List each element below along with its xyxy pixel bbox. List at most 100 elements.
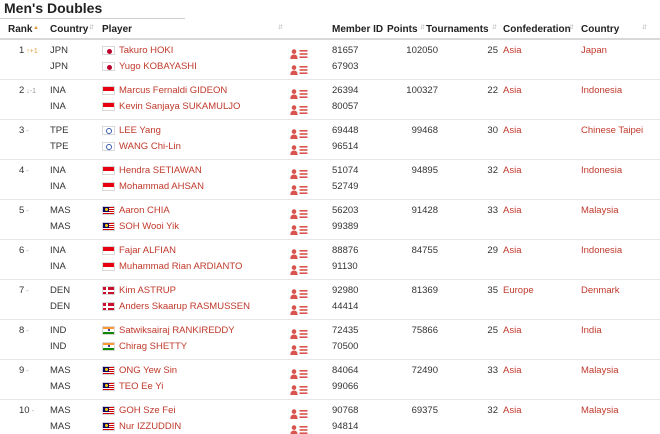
col-header-player[interactable]: Player	[102, 24, 132, 35]
player-profile-icon[interactable]	[290, 166, 308, 179]
col-header-country-name[interactable]: Country	[581, 24, 619, 35]
country-link[interactable]: Indonesia	[581, 165, 622, 177]
player-name-link[interactable]: SOH Wooi Yik	[119, 221, 179, 233]
sort-arrows-icon[interactable]: ⇵	[420, 25, 425, 31]
player-name-link[interactable]: Marcus Fernaldi GIDEON	[119, 85, 227, 97]
tournaments-value[interactable]: 32	[440, 165, 498, 177]
confederation-link[interactable]: Asia	[503, 125, 521, 137]
sort-arrows-icon[interactable]: ⇵	[492, 25, 497, 31]
tournaments-value[interactable]: 25	[440, 325, 498, 337]
points-value[interactable]: 69375	[388, 405, 438, 417]
sort-arrows-icon[interactable]: ⇵	[89, 25, 94, 31]
points-value[interactable]: 75866	[388, 325, 438, 337]
confederation-link[interactable]: Asia	[503, 165, 521, 177]
player-profile-icon[interactable]	[290, 182, 308, 195]
col-header-country[interactable]: Country	[50, 24, 88, 35]
player-profile-icon[interactable]	[290, 46, 308, 59]
player-profile-icon[interactable]	[290, 286, 308, 299]
member-id: 70500	[332, 341, 359, 352]
tournaments-value[interactable]: 35	[440, 285, 498, 297]
col-header-member-id[interactable]: Member ID	[332, 24, 383, 35]
points-value[interactable]: 99468	[388, 125, 438, 137]
confederation-link[interactable]: Asia	[503, 365, 521, 377]
points-value[interactable]: 102050	[388, 45, 438, 57]
player-name-link[interactable]: Kevin Sanjaya SUKAMULJO	[119, 101, 240, 113]
player-name-link[interactable]: Fajar ALFIAN	[119, 245, 176, 257]
tournaments-value[interactable]: 29	[440, 245, 498, 257]
player-name-link[interactable]: Anders Skaarup RASMUSSEN	[119, 301, 250, 313]
country-link[interactable]: Malaysia	[581, 205, 619, 217]
col-header-points[interactable]: Points	[387, 24, 418, 35]
player-profile-icon[interactable]	[290, 86, 308, 99]
country-link[interactable]: Indonesia	[581, 85, 622, 97]
points-value[interactable]: 94895	[388, 165, 438, 177]
player-name-link[interactable]: Muhammad Rian ARDIANTO	[119, 261, 242, 273]
country-link[interactable]: Chinese Taipei	[581, 125, 643, 137]
sort-arrows-icon[interactable]: ⇵	[569, 25, 574, 31]
confederation-link[interactable]: Asia	[503, 405, 521, 417]
sort-active-icon[interactable]: ▲	[33, 25, 39, 31]
player-profile-icon[interactable]	[290, 302, 308, 315]
points-value[interactable]: 81369	[388, 285, 438, 297]
country-link[interactable]: Malaysia	[581, 365, 619, 377]
player-name-link[interactable]: Takuro HOKI	[119, 45, 173, 57]
points-value[interactable]: 72490	[388, 365, 438, 377]
flag-icon	[102, 206, 115, 215]
tournaments-value[interactable]: 32	[440, 405, 498, 417]
rank-value: 10-	[19, 405, 34, 416]
country-link[interactable]: Malaysia	[581, 405, 619, 417]
player-name-link[interactable]: Yugo KOBAYASHI	[119, 61, 197, 73]
country-code: INA	[50, 245, 66, 256]
country-link[interactable]: Japan	[581, 45, 607, 57]
points-value[interactable]: 91428	[388, 205, 438, 217]
tournaments-value[interactable]: 25	[440, 45, 498, 57]
confederation-link[interactable]: Asia	[503, 45, 521, 57]
player-profile-icon[interactable]	[290, 342, 308, 355]
player-profile-icon[interactable]	[290, 366, 308, 379]
player-name-link[interactable]: TEO Ee Yi	[119, 381, 163, 393]
col-header-tournaments[interactable]: Tournaments	[426, 24, 489, 35]
points-value[interactable]: 84755	[388, 245, 438, 257]
player-name-link[interactable]: Mohammad AHSAN	[119, 181, 204, 193]
player-profile-icon[interactable]	[290, 406, 308, 419]
player-profile-icon[interactable]	[290, 326, 308, 339]
player-profile-icon[interactable]	[290, 262, 308, 275]
player-profile-icon[interactable]	[290, 422, 308, 434]
player-name-link[interactable]: WANG Chi-Lin	[119, 141, 181, 153]
player-profile-icon[interactable]	[290, 246, 308, 259]
tournaments-value[interactable]: 33	[440, 365, 498, 377]
player-name-link[interactable]: Kim ASTRUP	[119, 285, 176, 297]
player-profile-icon[interactable]	[290, 126, 308, 139]
sort-arrows-icon[interactable]: ⇵	[278, 25, 283, 31]
confederation-link[interactable]: Europe	[503, 285, 534, 297]
player-profile-icon[interactable]	[290, 222, 308, 235]
confederation-link[interactable]: Asia	[503, 325, 521, 337]
player-name-link[interactable]: Aaron CHIA	[119, 205, 170, 217]
player-name-link[interactable]: ONG Yew Sin	[119, 365, 177, 377]
player-name-link[interactable]: GOH Sze Fei	[119, 405, 176, 417]
player-name-link[interactable]: Chirag SHETTY	[119, 341, 187, 353]
col-header-rank[interactable]: Rank	[8, 24, 32, 35]
confederation-link[interactable]: Asia	[503, 245, 521, 257]
tournaments-value[interactable]: 33	[440, 205, 498, 217]
player-profile-icon[interactable]	[290, 206, 308, 219]
sort-arrows-icon[interactable]: ⇵	[642, 25, 647, 31]
col-header-confederation[interactable]: Confederation	[503, 24, 571, 35]
points-value[interactable]: 100327	[388, 85, 438, 97]
confederation-link[interactable]: Asia	[503, 85, 521, 97]
tournaments-value[interactable]: 30	[440, 125, 498, 137]
country-code: INA	[50, 85, 66, 96]
player-profile-icon[interactable]	[290, 62, 308, 75]
player-profile-icon[interactable]	[290, 382, 308, 395]
player-name-link[interactable]: Hendra SETIAWAN	[119, 165, 202, 177]
player-profile-icon[interactable]	[290, 102, 308, 115]
player-name-link[interactable]: Satwiksairaj RANKIREDDY	[119, 325, 235, 337]
tournaments-value[interactable]: 22	[440, 85, 498, 97]
player-name-link[interactable]: Nur IZZUDDIN	[119, 421, 181, 433]
confederation-link[interactable]: Asia	[503, 205, 521, 217]
country-link[interactable]: Indonesia	[581, 245, 622, 257]
country-link[interactable]: Denmark	[581, 285, 620, 297]
country-link[interactable]: India	[581, 325, 602, 337]
player-profile-icon[interactable]	[290, 142, 308, 155]
player-name-link[interactable]: LEE Yang	[119, 125, 161, 137]
